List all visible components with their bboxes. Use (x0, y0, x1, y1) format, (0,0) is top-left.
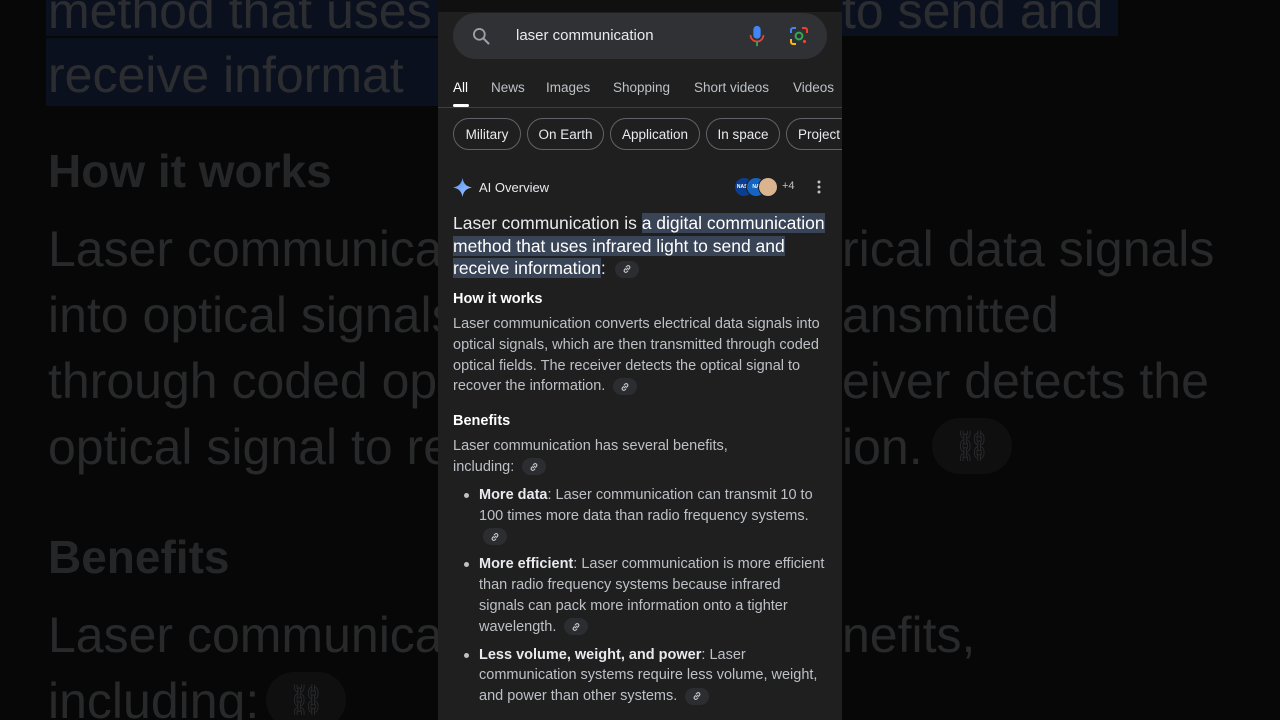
tab-shopping[interactable]: Shopping (613, 80, 670, 95)
avatar (758, 177, 778, 197)
chip-military[interactable]: Military (453, 118, 521, 150)
benefits-list: More data: Laser communication can trans… (453, 485, 827, 714)
chip-application[interactable]: Application (610, 118, 700, 150)
ai-overview-header: AI Overview NASA NA +4 (453, 176, 827, 200)
section-title-benefits: Benefits (453, 413, 511, 429)
ai-overview-summary: Laser communication is a digital communi… (453, 213, 825, 278)
section-text-benefits: Laser communication has several benefits… (453, 438, 728, 476)
tab-all[interactable]: All (453, 80, 468, 95)
link-icon[interactable] (564, 618, 589, 636)
section-title-how-it-works: How it works (453, 291, 543, 307)
more-options-icon[interactable] (817, 180, 821, 194)
chip-project[interactable]: Project (786, 118, 842, 150)
link-icon[interactable] (483, 528, 507, 546)
chip-in-space[interactable]: In space (706, 118, 780, 150)
section-text-how-it-works: Laser communication converts electrical … (453, 316, 820, 396)
tab-videos[interactable]: Videos (793, 80, 834, 95)
link-icon[interactable] (613, 378, 638, 396)
sparkle-icon (453, 178, 472, 197)
tab-short-videos[interactable]: Short videos (694, 80, 769, 95)
tab-news[interactable]: News (491, 80, 525, 95)
list-item: More efficient: Laser communication is m… (453, 554, 827, 637)
link-icon[interactable] (614, 260, 639, 278)
link-icon[interactable] (522, 458, 547, 476)
search-results-panel: laser communication All News Images Shop… (438, 0, 842, 720)
search-box[interactable]: laser communication (453, 13, 827, 59)
divider (438, 107, 842, 108)
google-lens-icon[interactable] (789, 26, 809, 46)
list-item: Less volume, weight, and power: Laser co… (453, 645, 827, 707)
more-sources-count[interactable]: +4 (782, 180, 795, 192)
microphone-icon[interactable] (747, 25, 767, 47)
search-input[interactable]: laser communication (516, 27, 654, 44)
list-item: More data: Laser communication can trans… (453, 485, 827, 547)
search-icon (473, 28, 490, 45)
link-icon[interactable] (685, 687, 710, 705)
chip-on-earth[interactable]: On Earth (527, 118, 604, 150)
tab-images[interactable]: Images (546, 80, 590, 95)
ai-overview-label: AI Overview (479, 180, 550, 195)
status-bar (438, 0, 842, 12)
